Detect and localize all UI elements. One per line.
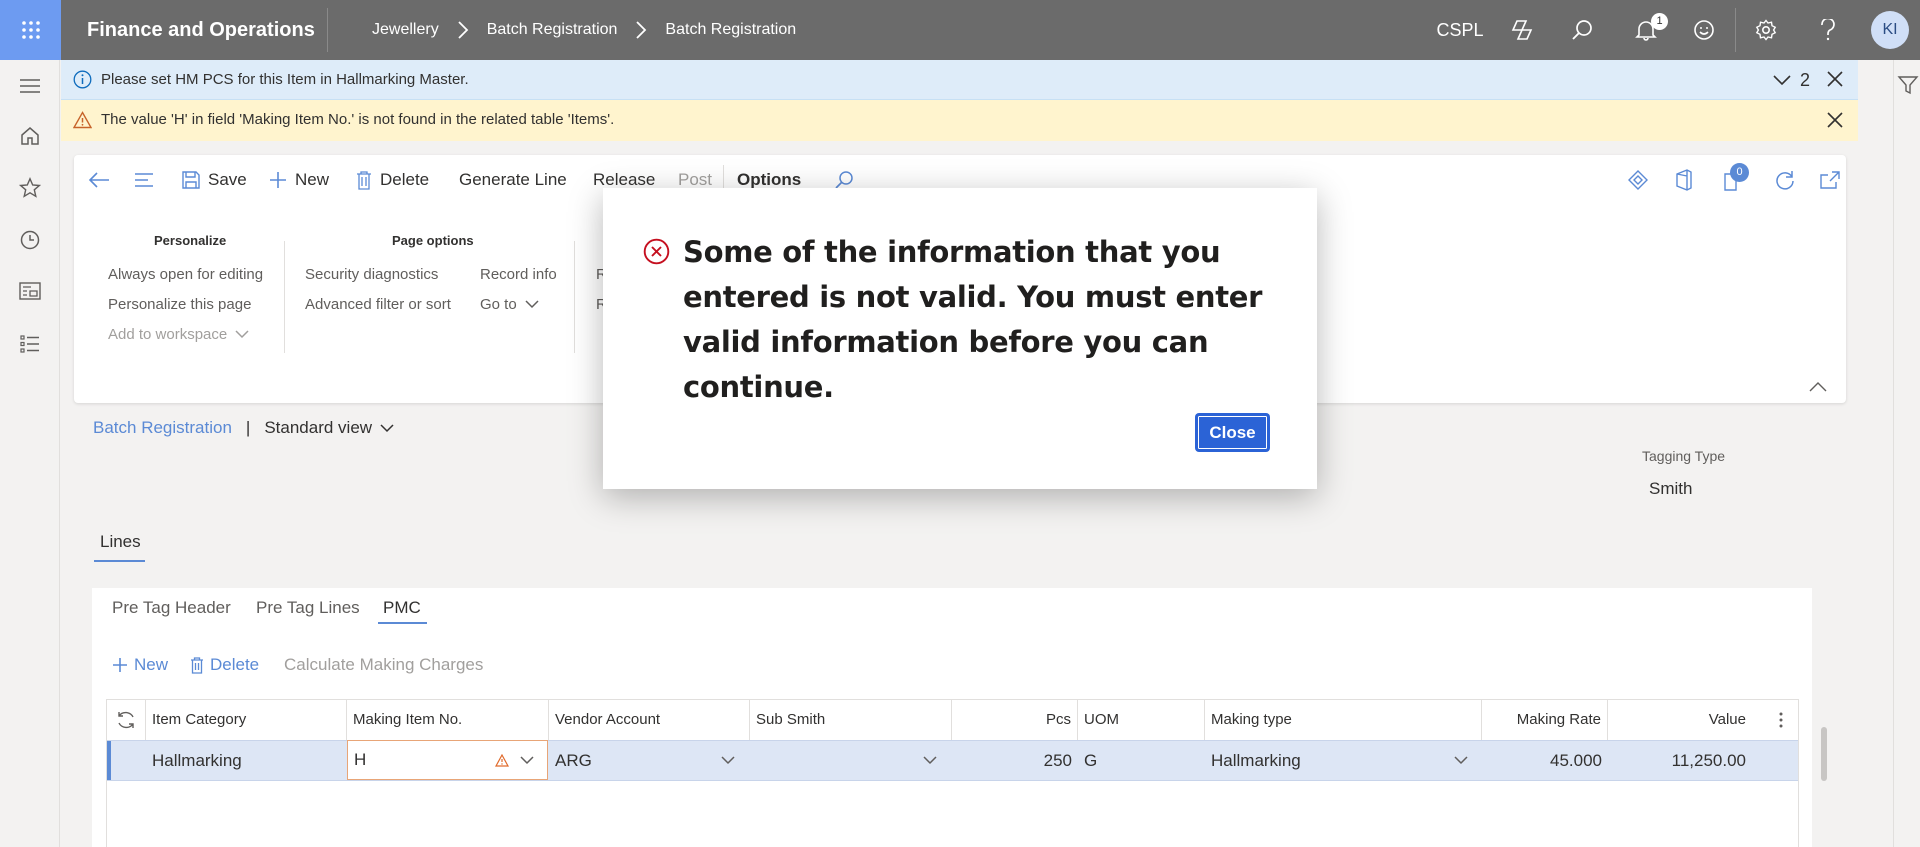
dialog-overlay: Some of the information that you entered… (0, 0, 1920, 847)
error-icon (643, 238, 670, 265)
error-dialog: Some of the information that you entered… (603, 188, 1317, 489)
dialog-message: Some of the information that you entered… (683, 235, 1263, 404)
close-button[interactable]: Close (1196, 414, 1269, 451)
